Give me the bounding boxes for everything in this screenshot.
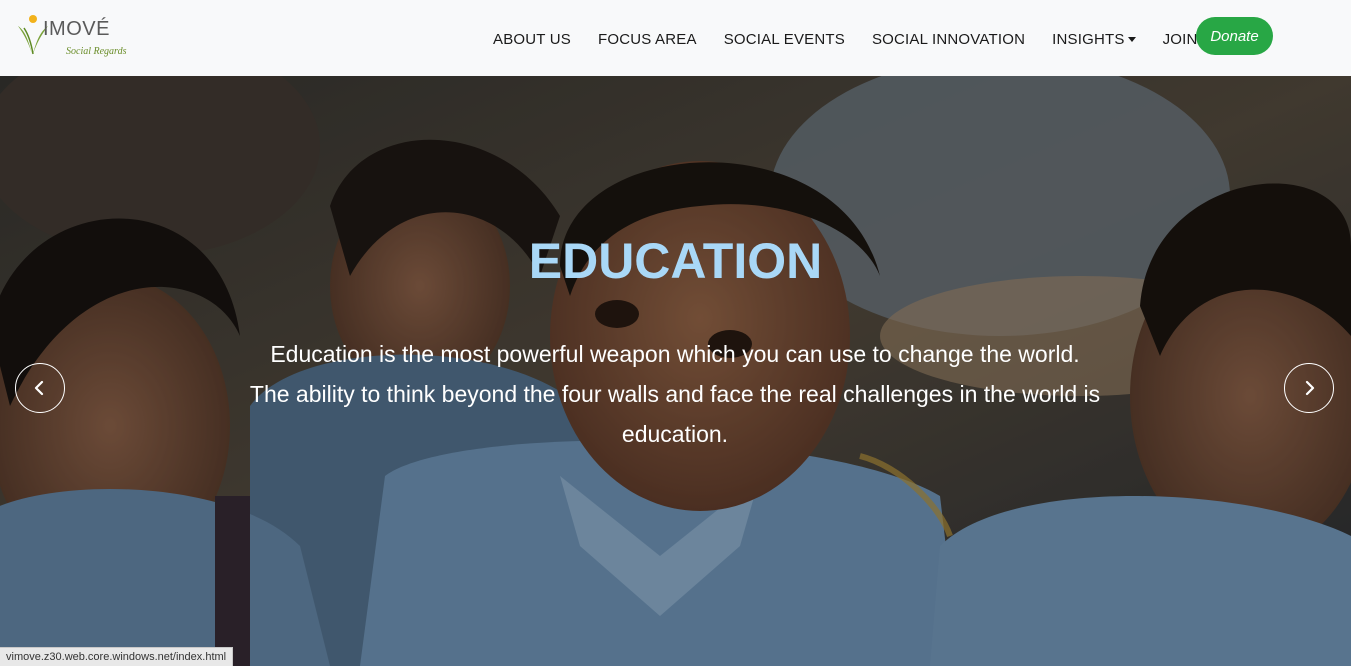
nav-insights-dropdown[interactable]: INSIGHTS [1043,28,1136,50]
chevron-right-icon [1305,380,1315,396]
hero-caption-line: Education is the most powerful weapon wh… [270,341,1080,367]
carousel-next-button[interactable] [1284,363,1334,413]
caret-down-icon [1127,36,1136,42]
carousel-prev-button[interactable] [15,363,65,413]
brand-tagline: Social Regards [66,46,127,57]
nav-social-events[interactable]: SOCIAL EVENTS [715,28,845,50]
brand-logo[interactable]: IMOVÉ Social Regards [16,14,136,64]
donate-button[interactable]: Donate [1196,17,1273,55]
nav-focus-area[interactable]: FOCUS AREA [589,28,697,50]
hero-caption-line: The ability to think beyond the four wal… [249,381,1101,407]
brand-name: IMOVÉ [43,18,110,40]
hero-carousel: EDUCATION Education is the most powerful… [0,76,1351,666]
top-navbar: IMOVÉ Social Regards ABOUT US FOCUS AREA… [0,0,1351,76]
nav-insights-label: INSIGHTS [1052,30,1125,48]
hero-caption: Education is the most powerful weapon wh… [190,334,1160,454]
nav-about-us-label: ABOUT US [493,30,572,48]
nav-about-us[interactable]: ABOUT US [484,28,571,50]
chevron-left-icon [34,380,44,396]
nav-social-innovation-label: SOCIAL INNOVATION [871,30,1026,48]
nav-focus-area-label: FOCUS AREA [598,30,697,48]
hero-caption-line: education. [621,421,729,447]
main-nav: ABOUT US FOCUS AREA SOCIAL EVENTS SOCIAL… [484,28,1235,50]
browser-status-url: vimove.z30.web.core.windows.net/index.ht… [0,647,234,666]
nav-social-events-label: SOCIAL EVENTS [723,30,845,48]
hero-title: EDUCATION [528,233,823,289]
nav-social-innovation[interactable]: SOCIAL INNOVATION [863,28,1025,50]
